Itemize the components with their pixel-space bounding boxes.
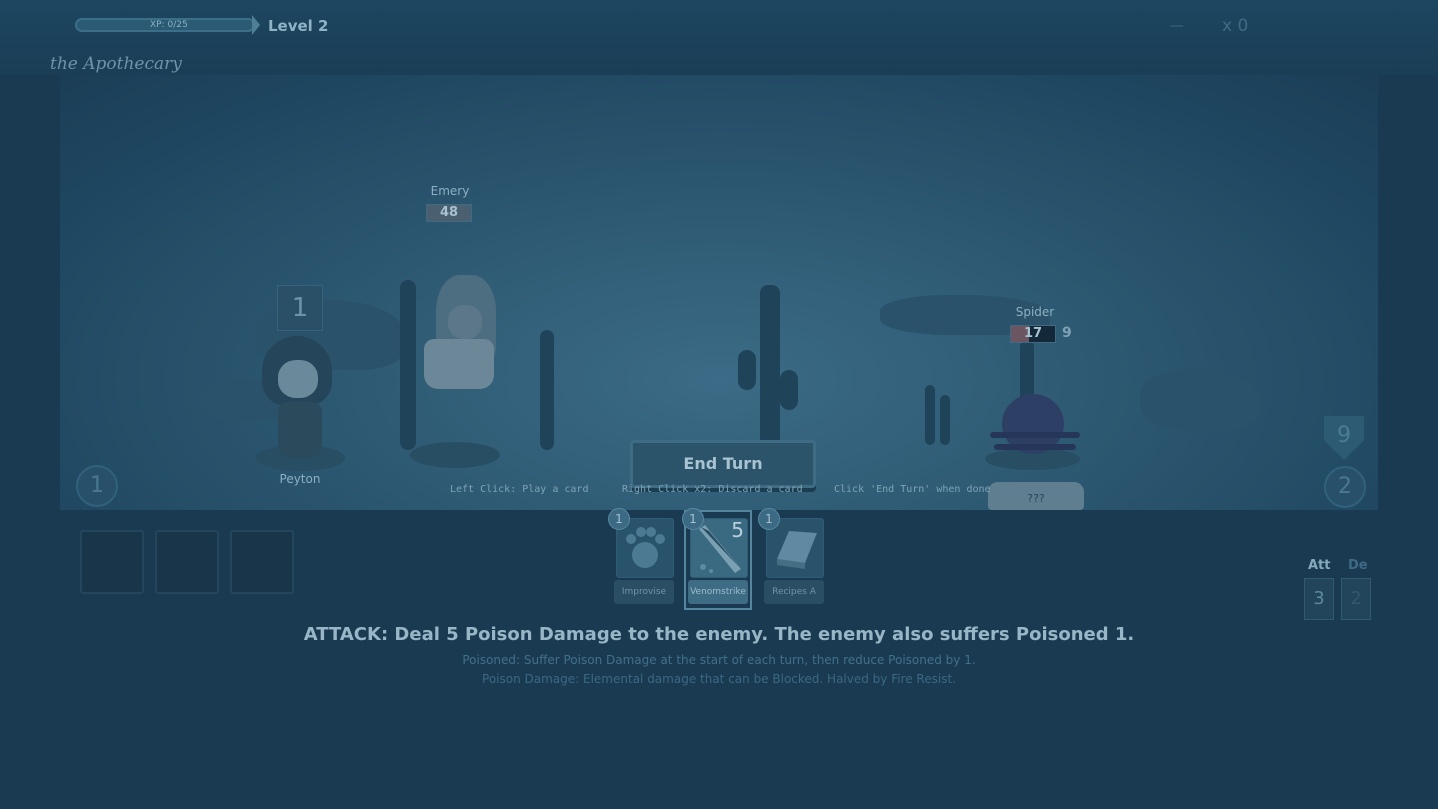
item-slot[interactable]: [80, 530, 144, 594]
enemy-hp-bar: 17: [1010, 325, 1056, 343]
cactus: [400, 280, 416, 450]
card-cost: 1: [758, 508, 780, 530]
keyword-poisoned-description: Poisoned: Suffer Poison Damage at the st…: [462, 653, 976, 667]
top-bar: [0, 0, 1438, 75]
ally-sprite[interactable]: [418, 275, 502, 405]
face: [448, 305, 482, 339]
background-rock: [1140, 370, 1260, 430]
hero-sprite[interactable]: [258, 336, 342, 466]
card-cost: 1: [608, 508, 630, 530]
ally-hp-bar: 48: [426, 204, 472, 222]
ally-name: Emery: [430, 184, 470, 198]
cactus-arm: [780, 370, 798, 410]
ally-shadow: [410, 442, 500, 468]
card-venomstrike[interactable]: 5 Venomstrike 1: [682, 508, 752, 610]
card-description: ATTACK: Deal 5 Poison Damage to the enem…: [303, 624, 1135, 645]
cactus-arm: [738, 350, 756, 390]
spider-sprite[interactable]: [990, 392, 1080, 467]
draw-pile-counter[interactable]: 1: [76, 465, 118, 507]
cactus: [925, 385, 935, 445]
enemy-name: Spider: [1015, 305, 1055, 319]
top-right-counter: x 0: [1222, 16, 1249, 36]
card-cost: 1: [682, 508, 704, 530]
card-name: Recipes A: [764, 580, 824, 604]
hint-end-turn: Click 'End Turn' when done: [834, 484, 991, 495]
attack-stat-label: Att: [1308, 558, 1331, 573]
item-slot[interactable]: [230, 530, 294, 594]
enemy-hp-value: 17: [1023, 326, 1043, 341]
card-name: Venomstrike: [688, 580, 748, 604]
spider-legs: [994, 444, 1076, 450]
enemy-intent-bubble: ???: [988, 482, 1084, 510]
cactus: [940, 395, 950, 445]
top-right-label: —: [1170, 18, 1184, 34]
card-damage-value: 5: [731, 518, 744, 542]
item-slot[interactable]: [155, 530, 219, 594]
keyword-poison-damage-description: Poison Damage: Elemental damage that can…: [482, 672, 956, 686]
end-turn-button[interactable]: End Turn: [630, 440, 816, 488]
cactus: [540, 330, 554, 450]
class-subtitle: the Apothecary: [50, 54, 182, 74]
xp-text: XP: 0/25: [150, 20, 188, 30]
hint-right-click: Right Click x2: Discard a card: [622, 484, 803, 495]
attack-stat-value: 3: [1304, 578, 1334, 620]
armor: [424, 339, 494, 389]
card-recipes-a[interactable]: Recipes A 1: [758, 508, 824, 606]
discard-pile-counter[interactable]: 2: [1324, 466, 1366, 508]
face: [278, 360, 318, 398]
body: [278, 402, 322, 458]
level-label: Level 2: [268, 17, 329, 35]
hint-left-click: Left Click: Play a card: [450, 484, 589, 495]
card-improvise[interactable]: Improvise 1: [608, 508, 674, 606]
defense-stat-value: 2: [1341, 578, 1371, 620]
ally-hp-value: 48: [439, 205, 459, 220]
defense-stat-label: De: [1348, 558, 1368, 573]
card-name: Improvise: [614, 580, 674, 604]
spider-legs: [990, 432, 1080, 438]
cactus: [760, 285, 780, 450]
hero-turn-badge: 1: [277, 285, 323, 331]
enemy-block-value: 9: [1062, 325, 1072, 341]
hero-name: Peyton: [279, 472, 321, 486]
